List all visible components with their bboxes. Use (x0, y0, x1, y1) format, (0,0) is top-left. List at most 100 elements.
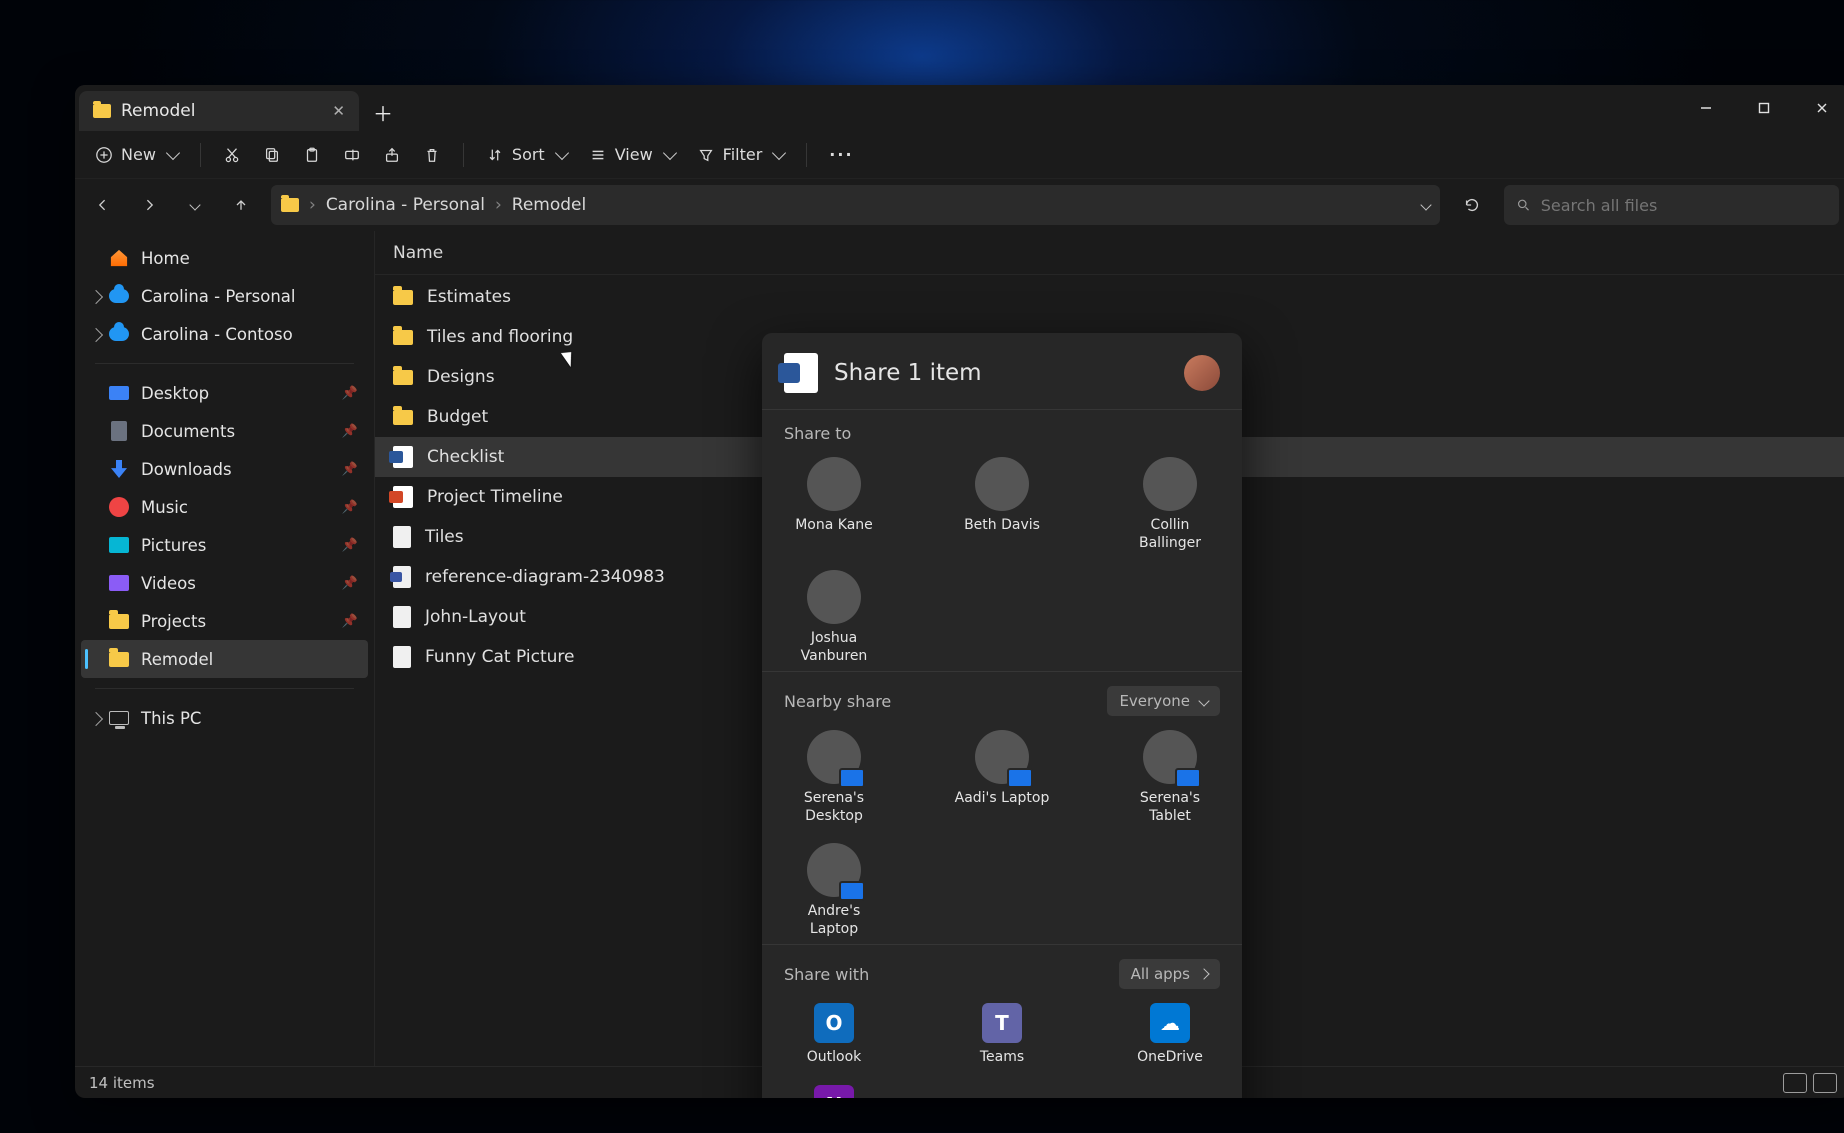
breadcrumb-root[interactable]: Carolina - Personal (326, 195, 485, 215)
nearby-device[interactable]: Andre's Laptop (784, 843, 884, 938)
view-button[interactable]: View (579, 139, 685, 170)
tab-title: Remodel (121, 101, 195, 121)
up-button[interactable] (225, 189, 257, 221)
sidebar-item-this-pc[interactable]: This PC (81, 699, 368, 737)
sidebar-item-music[interactable]: Music📌 (81, 488, 368, 526)
details-view-button[interactable] (1783, 1073, 1807, 1093)
desktop-icon (109, 386, 129, 400)
minimize-button[interactable] (1677, 85, 1735, 131)
sidebar-item-label: Remodel (141, 650, 213, 669)
share-app-onedrive[interactable]: ☁ OneDrive (1120, 1003, 1220, 1067)
folder-icon (93, 104, 111, 118)
file-name: Tiles (425, 527, 464, 547)
tab-close-icon[interactable]: ✕ (332, 102, 345, 120)
nav-row: › Carolina - Personal › Remodel (75, 179, 1844, 231)
nearby-device[interactable]: Serena's Tablet (1120, 730, 1220, 825)
cut-button[interactable] (213, 140, 251, 170)
forward-button[interactable] (133, 189, 165, 221)
sidebar-item-label: Pictures (141, 536, 206, 555)
avatar-icon (1143, 457, 1197, 511)
share-contact[interactable]: Beth Davis (952, 457, 1052, 552)
filter-button[interactable]: Filter (687, 139, 795, 170)
image-icon (393, 646, 411, 668)
search-icon (1516, 197, 1531, 213)
file-name: Project Timeline (427, 487, 563, 507)
rename-button[interactable] (333, 140, 371, 170)
new-label: New (121, 145, 156, 164)
search-input[interactable] (1541, 196, 1827, 215)
nearby-device[interactable]: Aadi's Laptop (952, 730, 1052, 825)
sidebar-item-videos[interactable]: Videos📌 (81, 564, 368, 602)
sidebar-item-projects[interactable]: Projects📌 (81, 602, 368, 640)
device-name: Serena's Tablet (1120, 790, 1220, 825)
share-contact[interactable]: Joshua Vanburen (784, 570, 884, 665)
pin-icon: 📌 (342, 386, 358, 401)
filter-label: Filter (723, 145, 763, 164)
back-button[interactable] (87, 189, 119, 221)
paste-icon (303, 146, 321, 164)
sidebar-item-documents[interactable]: Documents📌 (81, 412, 368, 450)
separator (463, 143, 464, 167)
share-app-teams[interactable]: T Teams (952, 1003, 1052, 1067)
share-contact[interactable]: Mona Kane (784, 457, 884, 552)
nearby-scope-dropdown[interactable]: Everyone (1107, 686, 1220, 716)
toolbar: New Sort View Filter ··· (75, 131, 1844, 179)
share-app-outlook[interactable]: OOutlook (784, 1003, 884, 1067)
pin-icon: 📌 (342, 500, 358, 515)
sidebar-item-downloads[interactable]: Downloads📌 (81, 450, 368, 488)
filter-icon (697, 146, 715, 164)
app-name: OneDrive (1137, 1049, 1203, 1067)
device-name: Aadi's Laptop (955, 790, 1050, 808)
breadcrumb-current[interactable]: Remodel (512, 195, 586, 215)
paste-button[interactable] (293, 140, 331, 170)
chevron-down-icon (555, 146, 569, 160)
sidebar-item-home[interactable]: Home (81, 239, 368, 277)
sidebar-item-cloud-personal[interactable]: Carolina - Personal (81, 277, 368, 315)
expand-icon[interactable] (89, 712, 103, 726)
nearby-device[interactable]: Serena's Desktop (784, 730, 884, 825)
status-item-count: 14 items (89, 1074, 155, 1092)
recent-locations-button[interactable] (179, 189, 211, 221)
videos-icon (109, 575, 129, 591)
new-tab-button[interactable]: ＋ (365, 93, 401, 131)
share-icon (383, 146, 401, 164)
column-header-name[interactable]: Name (375, 231, 1844, 275)
view-label: View (615, 145, 653, 164)
sidebar-item-label: Desktop (141, 384, 209, 403)
share-button[interactable] (373, 140, 411, 170)
onenote-icon: N (814, 1085, 854, 1099)
close-button[interactable] (1793, 85, 1844, 131)
file-name: reference-diagram-2340983 (425, 567, 665, 587)
app-name: Teams (980, 1049, 1024, 1067)
new-button[interactable]: New (85, 139, 188, 170)
sidebar-item-pictures[interactable]: Pictures📌 (81, 526, 368, 564)
list-item[interactable]: Estimates (375, 277, 1844, 317)
sidebar-item-remodel[interactable]: Remodel (81, 640, 368, 678)
sort-button[interactable]: Sort (476, 139, 577, 170)
thumbnails-view-button[interactable] (1813, 1073, 1837, 1093)
sidebar-item-label: Projects (141, 612, 206, 631)
delete-button[interactable] (413, 140, 451, 170)
nearby-scope-value: Everyone (1119, 692, 1190, 710)
more-button[interactable]: ··· (819, 139, 863, 170)
copy-button[interactable] (253, 140, 291, 170)
tab-remodel[interactable]: Remodel ✕ (79, 91, 359, 131)
file-name: Checklist (427, 447, 504, 467)
maximize-button[interactable] (1735, 85, 1793, 131)
onedrive-icon: ☁ (1150, 1003, 1190, 1043)
user-avatar[interactable] (1184, 355, 1220, 391)
all-apps-button[interactable]: All apps (1119, 959, 1220, 989)
chevron-down-icon[interactable] (1420, 199, 1431, 210)
address-bar[interactable]: › Carolina - Personal › Remodel (271, 185, 1440, 225)
teams-icon: T (982, 1003, 1022, 1043)
sidebar-item-desktop[interactable]: Desktop 📌 (81, 374, 368, 412)
chevron-down-icon (1198, 695, 1209, 706)
file-explorer-window: Remodel ✕ ＋ New Sort (75, 85, 1844, 1098)
search-box[interactable] (1504, 185, 1839, 225)
share-app-onenote[interactable]: NOneNote (784, 1085, 884, 1099)
sidebar-item-cloud-contoso[interactable]: Carolina - Contoso (81, 315, 368, 353)
expand-icon[interactable] (89, 290, 103, 304)
share-contact[interactable]: Collin Ballinger (1120, 457, 1220, 552)
expand-icon[interactable] (89, 328, 103, 342)
refresh-button[interactable] (1454, 187, 1490, 223)
